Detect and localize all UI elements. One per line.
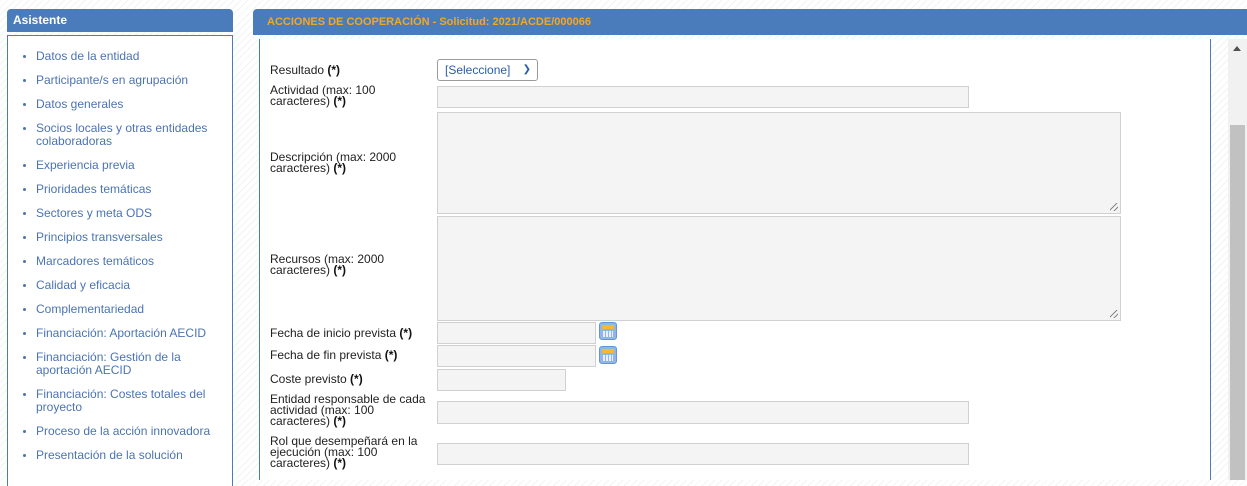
- bullet-icon: [23, 393, 26, 396]
- actividad-label: Actividad (max: 100 caracteres) (*): [270, 83, 376, 108]
- sidebar-item[interactable]: Financiación: Gestión de la aportación A…: [8, 351, 232, 377]
- sidebar-item-label: Marcadores temáticos: [36, 254, 155, 268]
- bullet-icon: [23, 284, 26, 287]
- sidebar-item-label: Datos generales: [36, 97, 124, 111]
- required-mark: (*): [384, 348, 398, 362]
- recursos-label: Recursos (max: 2000 caracteres) (*): [270, 252, 385, 277]
- scroll-up-arrow-icon[interactable]: [1233, 46, 1241, 51]
- sidebar-item-label: Complementariedad: [36, 302, 145, 316]
- required-mark: (*): [333, 94, 347, 108]
- bullet-icon: [23, 188, 26, 191]
- resize-grip-icon[interactable]: [1110, 203, 1118, 211]
- bullet-icon: [23, 212, 26, 215]
- sidebar-item[interactable]: Sectores y meta ODS: [8, 207, 232, 220]
- bullet-icon: [23, 308, 26, 311]
- bullet-icon: [23, 79, 26, 82]
- bullet-icon: [23, 356, 26, 359]
- form-area: Resultado (*) [Seleccione] ❯ Actividad (…: [259, 39, 1211, 480]
- bullet-icon: [23, 236, 26, 239]
- bullet-icon: [23, 454, 26, 457]
- resultado-label: Resultado (*): [270, 63, 341, 77]
- fecha-fin-label: Fecha de fin prevista (*): [270, 348, 398, 362]
- sidebar-item[interactable]: Presentación de la solución: [8, 449, 232, 462]
- fecha-inicio-input[interactable]: [437, 322, 596, 344]
- actividad-input[interactable]: [437, 86, 969, 108]
- sidebar-item[interactable]: Datos generales: [8, 98, 232, 111]
- sidebar-item-label: Sectores y meta ODS: [36, 206, 153, 220]
- sidebar-item[interactable]: Marcadores temáticos: [8, 255, 232, 268]
- sidebar-item[interactable]: Datos de la entidad: [8, 50, 232, 63]
- sidebar-item[interactable]: Participante/s en agrupación: [8, 74, 232, 87]
- chevron-down-icon: ❯: [522, 64, 531, 75]
- rol-label: Rol que desempeñará en la ejecución (max…: [270, 434, 418, 470]
- fecha-inicio-label: Fecha de inicio prevista (*): [270, 326, 413, 340]
- bullet-icon: [23, 430, 26, 433]
- vertical-scrollbar[interactable]: [1228, 39, 1247, 480]
- coste-input[interactable]: [437, 369, 566, 391]
- panel-header: ACCIONES DE COOPERACIÓN - Solicitud: 202…: [253, 9, 1247, 35]
- sidebar-item[interactable]: Financiación: Aportación AECID: [8, 327, 232, 340]
- sidebar-item[interactable]: Calidad y eficacia: [8, 279, 232, 292]
- sidebar-item[interactable]: Principios transversales: [8, 231, 232, 244]
- sidebar-item-label: Proceso de la acción innovadora: [36, 424, 211, 438]
- entidad-label: Entidad responsable de cada actividad (m…: [270, 392, 426, 428]
- resultado-select-value: [Seleccione]: [445, 63, 511, 77]
- sidebar-item[interactable]: Complementariedad: [8, 303, 232, 316]
- assistant-sidebar: Asistente Datos de la entidad Participant…: [7, 9, 233, 486]
- sidebar-item-label: Prioridades temáticas: [36, 182, 152, 196]
- required-mark: (*): [399, 326, 413, 340]
- sidebar-item-label: Socios locales y otras entidades colabor…: [36, 121, 208, 148]
- recursos-textarea[interactable]: [437, 216, 1121, 321]
- bullet-icon: [23, 103, 26, 106]
- sidebar-item[interactable]: Experiencia previa: [8, 159, 232, 172]
- required-mark: (*): [333, 456, 347, 470]
- bullet-icon: [23, 332, 26, 335]
- required-mark: (*): [327, 63, 341, 77]
- sidebar-item-label: Financiación: Aportación AECID: [36, 326, 207, 340]
- required-mark: (*): [350, 372, 363, 386]
- scrollbar-thumb[interactable]: [1230, 125, 1245, 480]
- calendar-icon[interactable]: [599, 322, 617, 340]
- sidebar-item-label: Calidad y eficacia: [36, 278, 131, 292]
- sidebar-item-label: Datos de la entidad: [36, 49, 140, 63]
- required-mark: (*): [333, 263, 347, 277]
- sidebar-item-label: Financiación: Costes totales del proyect…: [36, 387, 206, 414]
- bullet-icon: [23, 260, 26, 263]
- entidad-input[interactable]: [437, 401, 969, 424]
- required-mark: (*): [333, 414, 347, 428]
- calendar-icon[interactable]: [599, 346, 617, 364]
- sidebar-nav-list: Datos de la entidad Participante/s en agr…: [8, 36, 232, 462]
- bullet-icon: [23, 164, 26, 167]
- resultado-select[interactable]: [Seleccione] ❯: [437, 59, 538, 81]
- bullet-icon: [23, 127, 26, 130]
- rol-input[interactable]: [437, 443, 969, 465]
- sidebar-item-label: Participante/s en agrupación: [36, 73, 189, 87]
- sidebar-item[interactable]: Financiación: Costes totales del proyect…: [8, 388, 232, 414]
- fecha-fin-input[interactable]: [437, 345, 596, 367]
- coste-label: Coste previsto (*): [270, 372, 363, 386]
- sidebar-item[interactable]: Socios locales y otras entidades colabor…: [8, 122, 232, 148]
- sidebar-item-label: Presentación de la solución: [36, 448, 183, 462]
- resize-grip-icon[interactable]: [1110, 310, 1118, 318]
- main-panel: ACCIONES DE COOPERACIÓN - Solicitud: 202…: [253, 9, 1247, 480]
- panel-title: ACCIONES DE COOPERACIÓN - Solicitud: 202…: [267, 16, 591, 28]
- sidebar-title: Asistente: [7, 9, 233, 32]
- sidebar-item-label: Experiencia previa: [36, 158, 135, 172]
- required-mark: (*): [333, 161, 347, 175]
- sidebar-body: Datos de la entidad Participante/s en agr…: [7, 35, 233, 486]
- descripcion-label: Descripción (max: 2000 caracteres) (*): [270, 150, 397, 175]
- sidebar-item-label: Principios transversales: [36, 230, 163, 244]
- sidebar-item[interactable]: Proceso de la acción innovadora: [8, 425, 232, 438]
- descripcion-textarea[interactable]: [437, 112, 1121, 214]
- sidebar-item[interactable]: Prioridades temáticas: [8, 183, 232, 196]
- bullet-icon: [23, 55, 26, 58]
- sidebar-item-label: Financiación: Gestión de la aportación A…: [36, 350, 181, 377]
